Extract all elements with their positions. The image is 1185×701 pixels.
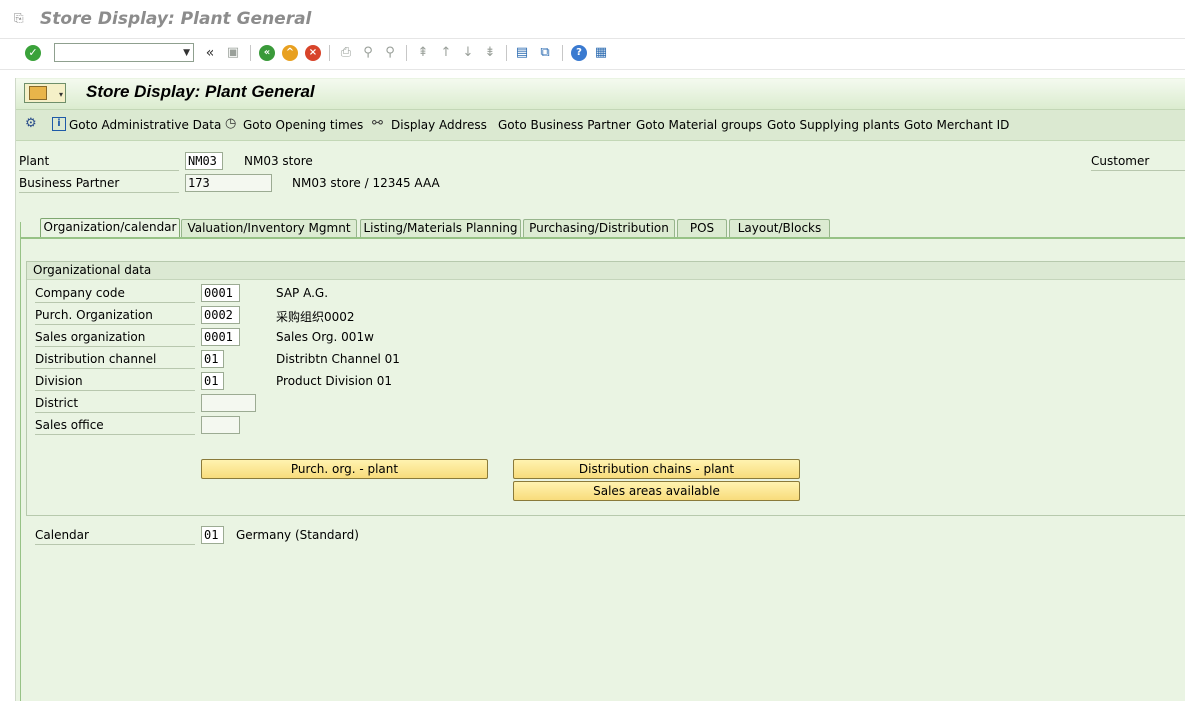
goto-supplying-plants-button[interactable]: Goto Supplying plants bbox=[767, 118, 900, 132]
distribution-chains-plant-button[interactable]: Distribution chains - plant bbox=[513, 459, 800, 479]
tab-valuation-inventory[interactable]: Valuation/Inventory Mgmnt bbox=[181, 219, 357, 238]
next-page-icon[interactable]: ↓ bbox=[460, 45, 476, 61]
customize-layout-icon[interactable]: ▦ bbox=[593, 45, 609, 61]
print-icon[interactable]: ⎙ bbox=[338, 45, 354, 61]
tab-strip-divider bbox=[20, 237, 1185, 239]
cancel-icon[interactable]: × bbox=[305, 45, 321, 61]
back-icon[interactable]: « bbox=[259, 45, 275, 61]
business-partner-description: NM03 store / 12345 AAA bbox=[292, 176, 440, 190]
toolbar-separator bbox=[562, 45, 563, 61]
tab-purchasing-distribution[interactable]: Purchasing/Distribution bbox=[523, 219, 675, 238]
distribution-channel-description: Distribtn Channel 01 bbox=[276, 352, 400, 366]
sales-office-field[interactable] bbox=[201, 416, 240, 434]
last-page-icon[interactable]: ⇟ bbox=[482, 45, 498, 61]
command-field[interactable]: ▼ bbox=[54, 43, 194, 62]
sales-organization-description: Sales Org. 001w bbox=[276, 330, 374, 344]
new-session-icon[interactable]: ▤ bbox=[514, 45, 530, 61]
tab-panel-border bbox=[20, 222, 21, 701]
sales-organization-field[interactable]: 0001 bbox=[201, 328, 240, 346]
goto-opening-times-button[interactable]: Goto Opening times bbox=[243, 118, 363, 132]
calendar-label: Calendar bbox=[35, 528, 195, 545]
sales-areas-available-button[interactable]: Sales areas available bbox=[513, 481, 800, 501]
chevron-down-icon[interactable]: ▼ bbox=[183, 47, 190, 59]
division-field[interactable]: 01 bbox=[201, 372, 224, 390]
collapse-icon[interactable]: « bbox=[202, 45, 218, 61]
plant-label: Plant bbox=[19, 154, 179, 171]
sales-office-label: Sales office bbox=[35, 418, 195, 435]
previous-page-icon[interactable]: ↑ bbox=[438, 45, 454, 61]
purch-organization-description: 采购组织0002 bbox=[276, 310, 355, 324]
find-icon[interactable]: ⚲ bbox=[360, 45, 376, 61]
info-icon: i bbox=[52, 117, 66, 131]
menu-button[interactable]: ▾ bbox=[24, 83, 66, 103]
chevron-down-icon: ▾ bbox=[58, 90, 63, 99]
display-address-button[interactable]: Display Address bbox=[391, 118, 487, 132]
tab-listing-materials-planning[interactable]: Listing/Materials Planning bbox=[360, 219, 521, 238]
tab-organization-calendar[interactable]: Organization/calendar bbox=[40, 218, 180, 239]
shortcut-icon[interactable]: ⧉ bbox=[537, 45, 553, 61]
district-label: District bbox=[35, 396, 195, 413]
distribution-channel-label: Distribution channel bbox=[35, 352, 195, 369]
enter-check-icon[interactable]: ✓ bbox=[25, 45, 41, 61]
menu-icon bbox=[29, 86, 47, 100]
distribution-channel-field[interactable]: 01 bbox=[201, 350, 224, 368]
calendar-description: Germany (Standard) bbox=[236, 528, 359, 542]
goto-merchant-id-button[interactable]: Goto Merchant ID bbox=[904, 118, 1009, 132]
plant-description: NM03 store bbox=[244, 154, 313, 168]
help-icon[interactable]: ? bbox=[571, 45, 587, 61]
company-code-description: SAP A.G. bbox=[276, 286, 329, 300]
company-code-field[interactable]: 0001 bbox=[201, 284, 240, 302]
plant-field[interactable]: NM03 bbox=[185, 152, 223, 170]
tab-layout-blocks[interactable]: Layout/Blocks bbox=[729, 219, 830, 238]
find-next-icon[interactable]: ⚲ bbox=[382, 45, 398, 61]
purch-organization-field[interactable]: 0002 bbox=[201, 306, 240, 324]
division-label: Division bbox=[35, 374, 195, 391]
tab-pos[interactable]: POS bbox=[677, 219, 727, 238]
toolbar-separator bbox=[406, 45, 407, 61]
save-icon[interactable]: ▣ bbox=[225, 45, 241, 61]
group-header: Organizational data bbox=[27, 262, 1185, 280]
purch-organization-label: Purch. Organization bbox=[35, 308, 195, 325]
company-code-label: Company code bbox=[35, 286, 195, 303]
calendar-field[interactable]: 01 bbox=[201, 526, 224, 544]
exit-icon[interactable]: ^ bbox=[282, 45, 298, 61]
business-partner-field[interactable]: 173 bbox=[185, 174, 272, 192]
purch-org-plant-button[interactable]: Purch. org. - plant bbox=[201, 459, 488, 479]
address-icon: ⚯ bbox=[372, 116, 383, 131]
business-partner-label: Business Partner bbox=[19, 176, 179, 193]
customer-label: Customer bbox=[1091, 154, 1185, 171]
sales-organization-label: Sales organization bbox=[35, 330, 195, 347]
goto-administrative-data-button[interactable]: Goto Administrative Data bbox=[69, 118, 221, 132]
window-title-bar: ⎘ Store Display: Plant General bbox=[0, 0, 1185, 39]
goto-material-groups-button[interactable]: Goto Material groups bbox=[636, 118, 762, 132]
district-field[interactable] bbox=[201, 394, 256, 412]
toolbar-separator bbox=[506, 45, 507, 61]
page-title: Store Display: Plant General bbox=[86, 82, 315, 101]
clock-icon: ◷ bbox=[225, 116, 237, 131]
division-description: Product Division 01 bbox=[276, 374, 393, 388]
first-page-icon[interactable]: ⇞ bbox=[415, 45, 431, 61]
tools-icon[interactable]: ⚙ bbox=[25, 116, 37, 131]
exit-menu-icon[interactable]: ⎘ bbox=[14, 12, 26, 24]
window-title: Store Display: Plant General bbox=[40, 9, 312, 29]
group-title: Organizational data bbox=[33, 263, 152, 277]
goto-business-partner-button[interactable]: Goto Business Partner bbox=[498, 118, 631, 132]
toolbar-separator bbox=[250, 45, 251, 61]
toolbar-separator bbox=[329, 45, 330, 61]
